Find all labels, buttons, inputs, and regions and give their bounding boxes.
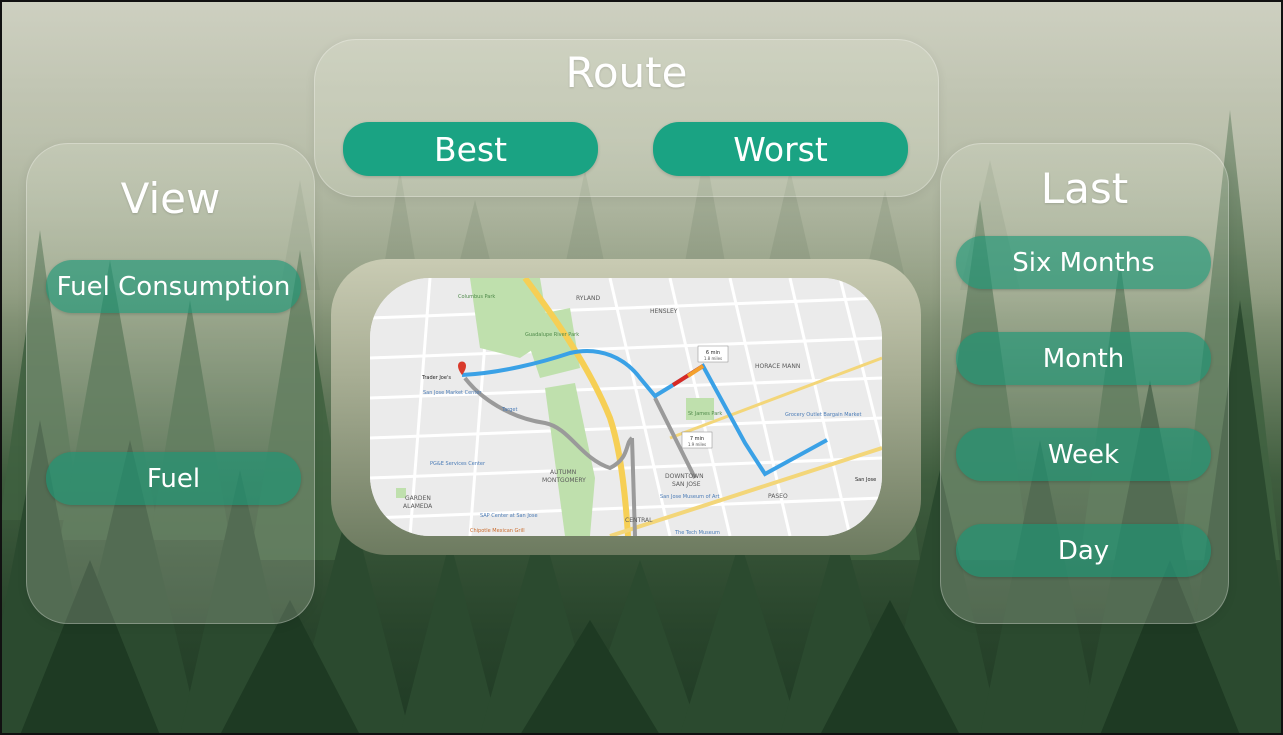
- map-label-grocery: Grocery Outlet Bargain Market: [785, 412, 861, 418]
- map-label-columbus: Columbus Park: [458, 294, 495, 300]
- map-label-target: Target: [501, 407, 518, 413]
- map-label-ryland: RYLAND: [576, 295, 601, 302]
- last-title: Last: [1040, 164, 1129, 213]
- route-title: Route: [565, 48, 688, 97]
- month-button[interactable]: Month: [956, 332, 1211, 385]
- map-label-guadalupe: Guadalupe River Park: [525, 332, 579, 338]
- map-label-alameda: ALAMEDA: [403, 503, 433, 510]
- map-label-st-james: St James Park: [688, 411, 722, 417]
- callout-fast-dist: 1.8 miles: [704, 356, 722, 361]
- worst-route-button[interactable]: Worst: [653, 122, 908, 176]
- map-label-central: CENTRAL: [625, 517, 653, 524]
- map-label-museum-art: San Jose Museum of Art: [660, 494, 719, 500]
- fuel-button[interactable]: Fuel: [46, 452, 301, 505]
- day-button[interactable]: Day: [956, 524, 1211, 577]
- map-label-horace-mann: HORACE MANN: [755, 363, 800, 370]
- map-label-hensley: HENSLEY: [650, 308, 678, 315]
- map-label-montgomery: MONTGOMERY: [542, 477, 586, 484]
- map-label-garden: GARDEN: [405, 495, 431, 502]
- best-route-button[interactable]: Best: [343, 122, 598, 176]
- route-map[interactable]: 6 min 1.8 miles 7 min 1.9 miles RYLAND H…: [370, 278, 882, 536]
- map-label-chipotle: Chipotle Mexican Grill: [470, 528, 525, 534]
- map-label-downtown: DOWNTOWN: [665, 473, 704, 480]
- six-months-button[interactable]: Six Months: [956, 236, 1211, 289]
- map-label-market-center: San Jose Market Center: [423, 390, 482, 396]
- map-graphic: 6 min 1.8 miles 7 min 1.9 miles RYLAND H…: [370, 278, 882, 536]
- fuel-consumption-button[interactable]: Fuel Consumption: [46, 260, 301, 313]
- callout-alt-dist: 1.9 miles: [688, 442, 706, 447]
- map-label-san-jose-city: San Jose: [855, 477, 876, 483]
- map-label-tech-museum: The Tech Museum: [674, 530, 720, 536]
- week-button[interactable]: Week: [956, 428, 1211, 481]
- view-panel: View: [26, 143, 315, 624]
- view-title: View: [120, 174, 221, 223]
- map-label-paseo: PASEO: [768, 493, 788, 500]
- map-label-trader-joes: Trader Joe's: [421, 375, 451, 381]
- map-label-autumn: AUTUMN: [550, 469, 576, 476]
- map-label-sap-center: SAP Center at San Jose: [480, 513, 538, 519]
- map-label-san-jose-district: SAN JOSE: [672, 481, 701, 488]
- map-label-pge: PG&E Services Center: [430, 461, 486, 467]
